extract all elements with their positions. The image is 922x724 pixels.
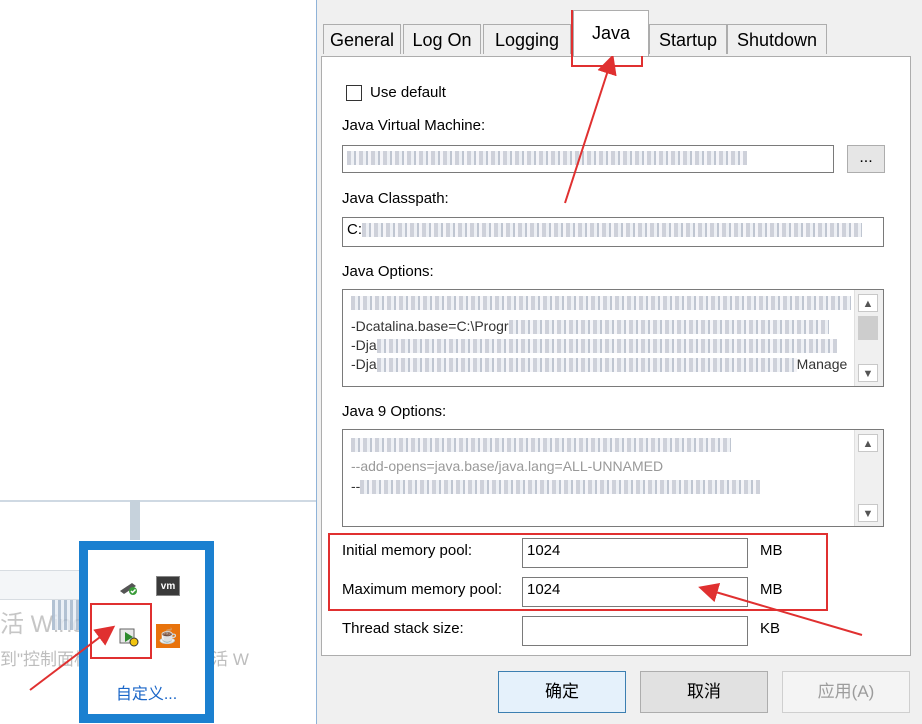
cancel-button[interactable]: 取消	[640, 671, 768, 713]
options-line-blurred	[351, 294, 851, 311]
tab-log-on[interactable]: Log On	[403, 24, 481, 54]
apply-button[interactable]: 应用(A)	[782, 671, 910, 713]
java9-scrollbar[interactable]: ▲ ▼	[854, 430, 883, 526]
vmware-icon[interactable]: vm	[156, 576, 180, 596]
java9-options-textarea[interactable]: --add-opens=java.base/java.lang=ALL-UNNA…	[342, 429, 884, 527]
desktop-connector	[130, 500, 140, 540]
tab-logging[interactable]: Logging	[483, 24, 571, 54]
tab-java[interactable]: Java	[573, 10, 649, 56]
options-line: -Dja Manage	[351, 356, 848, 373]
blurred-classpath	[362, 223, 862, 238]
annotation-box-tray	[90, 603, 152, 659]
options-line: -Dja	[351, 337, 837, 354]
tab-general[interactable]: General	[323, 24, 401, 54]
tab-shutdown[interactable]: Shutdown	[727, 24, 827, 54]
java9-line: --add-opens=java.base/java.lang=ALL-UNNA…	[351, 458, 664, 474]
thread-stack-unit: KB	[760, 620, 781, 637]
blurred-jvm-path	[347, 151, 747, 166]
tray-customize-link[interactable]: 自定义...	[88, 680, 205, 704]
ok-button[interactable]: 确定	[498, 671, 626, 713]
scroll-down-arrow-icon[interactable]: ▼	[858, 364, 878, 382]
jvm-path-field[interactable]	[342, 145, 834, 173]
dialog-title-edge	[317, 0, 922, 6]
jvm-label: Java Virtual Machine:	[342, 117, 486, 134]
taskbar-blurred-icon	[52, 600, 80, 630]
service-properties-dialog: General Log On Logging Java Startup Shut…	[316, 0, 922, 724]
thread-stack-input[interactable]	[522, 616, 748, 646]
classpath-label: Java Classpath:	[342, 190, 449, 207]
scroll-up-arrow-icon[interactable]: ▲	[858, 434, 878, 452]
jvm-browse-button[interactable]: ...	[847, 145, 885, 173]
java-options-textarea[interactable]: -Dcatalina.base=C:\Progr -Dja -Dja Manage…	[342, 289, 884, 387]
options-scrollbar[interactable]: ▲ ▼	[854, 290, 883, 386]
annotation-box-memory-pool	[328, 533, 828, 611]
classpath-field[interactable]: C:	[342, 217, 884, 247]
java-options-label: Java Options:	[342, 263, 434, 280]
scroll-thumb[interactable]	[858, 316, 878, 340]
taskbar-strip	[0, 570, 80, 600]
use-default-label: Use default	[370, 84, 446, 101]
desktop-upper-area	[0, 0, 316, 500]
tab-startup[interactable]: Startup	[649, 24, 727, 54]
java9-line: --	[351, 478, 761, 495]
java-icon[interactable]: ☕	[156, 624, 180, 648]
options-line: -Dcatalina.base=C:\Progr	[351, 318, 829, 335]
java9-options-label: Java 9 Options:	[342, 403, 447, 420]
java9-line-blurred	[351, 436, 731, 453]
scroll-up-arrow-icon[interactable]: ▲	[858, 294, 878, 312]
use-default-checkbox[interactable]	[346, 85, 362, 101]
usb-icon[interactable]	[118, 576, 140, 598]
thread-stack-label: Thread stack size:	[342, 620, 464, 637]
classpath-value: C:	[347, 221, 362, 238]
scroll-down-arrow-icon[interactable]: ▼	[858, 504, 878, 522]
